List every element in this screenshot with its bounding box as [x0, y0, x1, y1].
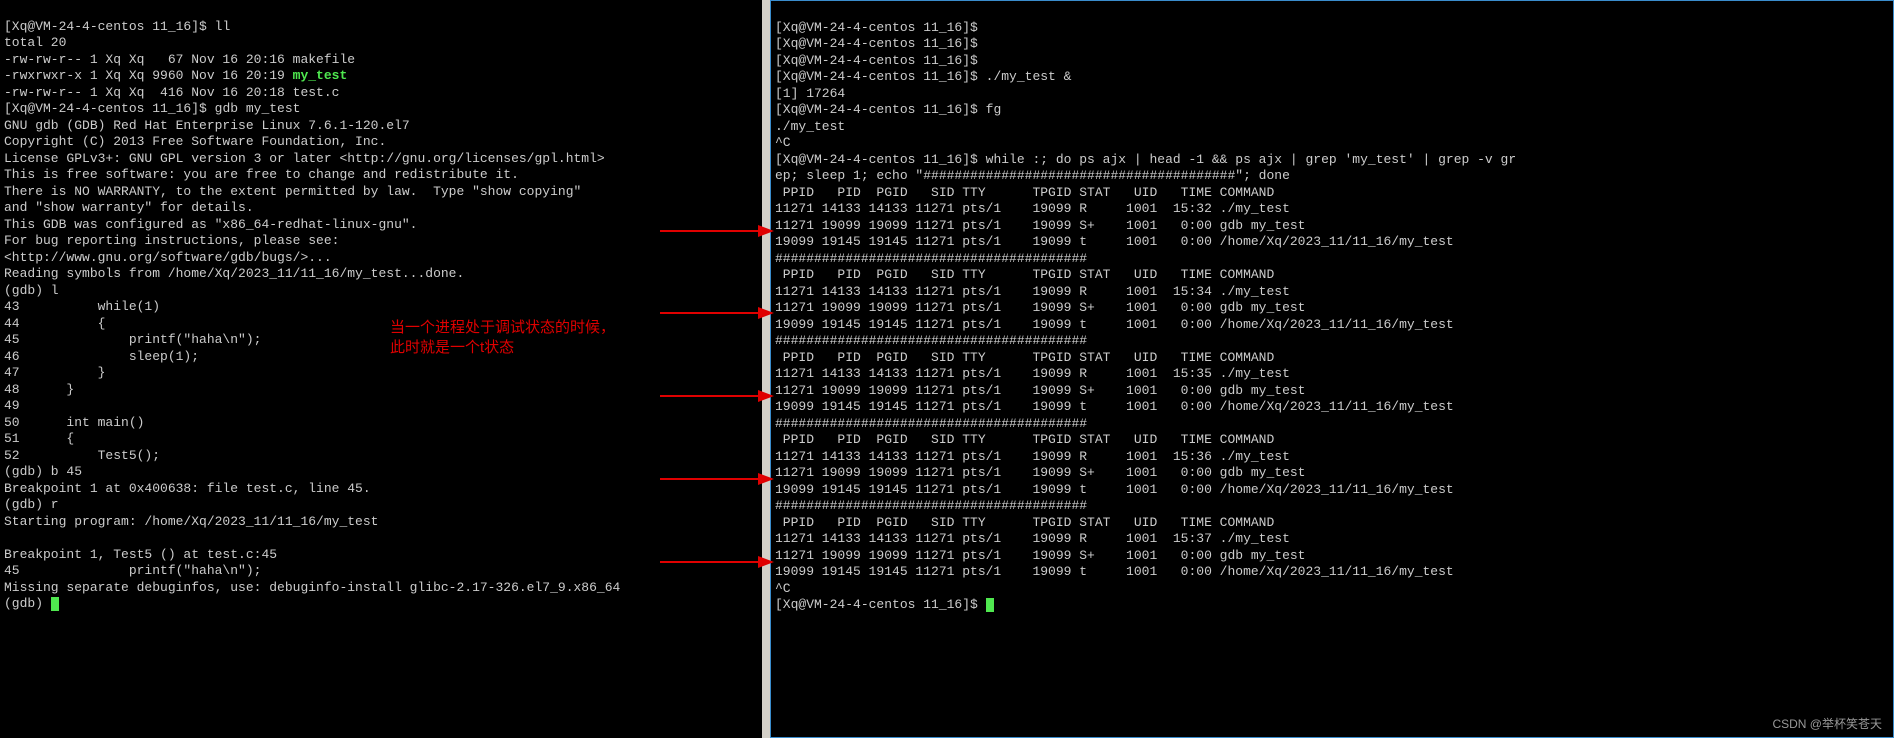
prompt: [Xq@VM-24-4-centos 11_16]$	[775, 102, 986, 117]
ps-row: 11271 19099 19099 11271 pts/1 19099 S+ 1…	[775, 300, 1306, 315]
ps-header: PPID PID PGID SID TTY TPGID STAT UID TIM…	[775, 185, 1274, 200]
ps-row-t: 19099 19145 19145 11271 pts/1 19099 t 10…	[775, 399, 1454, 414]
gdb-b: (gdb) b 45	[4, 464, 82, 479]
divider: ########################################	[775, 498, 1087, 513]
ps-row-t: 19099 19145 19145 11271 pts/1 19099 t 10…	[775, 564, 1454, 579]
prompt: [Xq@VM-24-4-centos 11_16]$	[775, 53, 986, 68]
gdb-final: (gdb)	[4, 596, 51, 611]
left-terminal[interactable]: [Xq@VM-24-4-centos 11_16]$ ll total 20 -…	[0, 0, 770, 738]
prompt: [Xq@VM-24-4-centos 11_16]$	[775, 36, 986, 51]
ll-exec-perm: -rwxrwxr-x 1 Xq Xq 9960 Nov 16 20:19	[4, 68, 293, 83]
ps-row-t: 19099 19145 19145 11271 pts/1 19099 t 10…	[775, 482, 1454, 497]
gdb-header: GNU gdb (GDB) Red Hat Enterprise Linux 7…	[4, 118, 605, 282]
ps-row: 11271 14133 14133 11271 pts/1 19099 R 10…	[775, 366, 1290, 381]
prompt: [Xq@VM-24-4-centos 11_16]$	[775, 20, 986, 35]
annotation-line1: 当一个进程处于调试状态的时候，	[390, 318, 615, 338]
ps-row: 11271 14133 14133 11271 pts/1 19099 R 10…	[775, 531, 1290, 546]
fg-output: ./my_test	[775, 119, 845, 134]
prompt: [Xq@VM-24-4-centos 11_16]$	[4, 19, 215, 34]
cursor-icon	[51, 597, 59, 611]
cmd-while: while :; do ps ajx | head -1 && ps ajx |…	[986, 152, 1517, 167]
ps-row: 11271 19099 19099 11271 pts/1 19099 S+ 1…	[775, 383, 1306, 398]
starting: Starting program: /home/Xq/2023_11/11_16…	[4, 514, 378, 529]
code-listing: 43 while(1) 44 { 45 printf("haha\n"); 46…	[4, 299, 261, 463]
prompt: [Xq@VM-24-4-centos 11_16]$	[775, 597, 986, 612]
cmd-fg: fg	[986, 102, 1002, 117]
ps-header: PPID PID PGID SID TTY TPGID STAT UID TIM…	[775, 267, 1274, 282]
ps-row-t: 19099 19145 19145 11271 pts/1 19099 t 10…	[775, 317, 1454, 332]
watermark: CSDN @举杯笑苍天	[1772, 716, 1882, 733]
prompt: [Xq@VM-24-4-centos 11_16]$	[4, 101, 215, 116]
prompt: [Xq@VM-24-4-centos 11_16]$	[775, 152, 986, 167]
divider: ########################################	[775, 416, 1087, 431]
job-output: [1] 17264	[775, 86, 845, 101]
ps-row: 11271 14133 14133 11271 pts/1 19099 R 10…	[775, 284, 1290, 299]
ps-header: PPID PID PGID SID TTY TPGID STAT UID TIM…	[775, 350, 1274, 365]
ps-row-t: 19099 19145 19145 11271 pts/1 19099 t 10…	[775, 234, 1454, 249]
ctrl-c: ^C	[775, 581, 791, 596]
ctrl-c: ^C	[775, 135, 791, 150]
bp-set: Breakpoint 1 at 0x400638: file test.c, l…	[4, 481, 371, 496]
prompt: [Xq@VM-24-4-centos 11_16]$	[775, 69, 986, 84]
cmd-while2: ep; sleep 1; echo "#####################…	[775, 168, 1290, 183]
divider: ########################################	[775, 251, 1087, 266]
cmd-gdb: gdb my_test	[215, 101, 301, 116]
ll-output: total 20 -rw-rw-r-- 1 Xq Xq 67 Nov 16 20…	[4, 35, 355, 67]
ps-row: 11271 19099 19099 11271 pts/1 19099 S+ 1…	[775, 548, 1306, 563]
ps-row: 11271 19099 19099 11271 pts/1 19099 S+ 1…	[775, 218, 1306, 233]
gdb-l: (gdb) l	[4, 283, 59, 298]
cmd-bg: ./my_test &	[986, 69, 1072, 84]
ll-exec-name: my_test	[293, 68, 348, 83]
annotation-text: 当一个进程处于调试状态的时候， 此时就是一个t状态	[390, 318, 615, 358]
right-terminal[interactable]: [Xq@VM-24-4-centos 11_16]$ [Xq@VM-24-4-c…	[770, 0, 1894, 738]
ps-header: PPID PID PGID SID TTY TPGID STAT UID TIM…	[775, 515, 1274, 530]
ll-testc: -rw-rw-r-- 1 Xq Xq 416 Nov 16 20:18 test…	[4, 85, 339, 100]
ps-row: 11271 14133 14133 11271 pts/1 19099 R 10…	[775, 449, 1290, 464]
cmd-ll: ll	[215, 19, 231, 34]
cursor-icon	[986, 598, 994, 612]
divider: ########################################	[775, 333, 1087, 348]
ps-header: PPID PID PGID SID TTY TPGID STAT UID TIM…	[775, 432, 1274, 447]
ps-row: 11271 19099 19099 11271 pts/1 19099 S+ 1…	[775, 465, 1306, 480]
ps-row: 11271 14133 14133 11271 pts/1 19099 R 10…	[775, 201, 1290, 216]
gdb-r: (gdb) r	[4, 497, 59, 512]
annotation-line2: 此时就是一个t状态	[390, 338, 615, 358]
bp-hit: Breakpoint 1, Test5 () at test.c:45 45 p…	[4, 547, 620, 595]
